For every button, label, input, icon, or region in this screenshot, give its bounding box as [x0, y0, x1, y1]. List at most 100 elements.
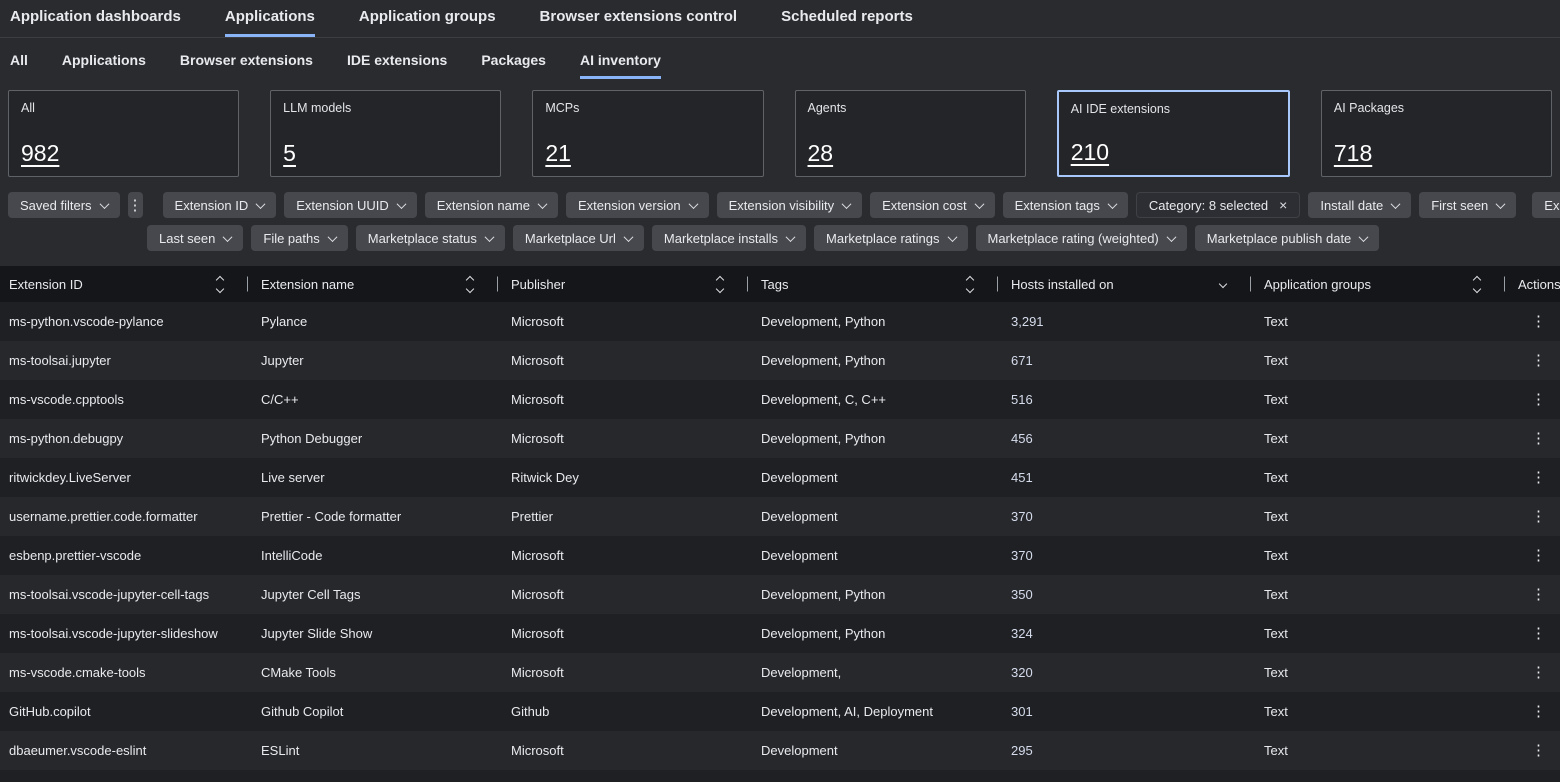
extension-id-link[interactable]: ms-toolsai.vscode-jupyter-slideshow [9, 626, 218, 641]
filter-chip-extension-id[interactable]: Extension ID [163, 192, 277, 218]
row-actions-button[interactable]: ⋮ [1531, 431, 1546, 446]
hosts-installed-link[interactable]: 370 [1011, 509, 1033, 524]
filter-chip-label: First seen [1431, 198, 1488, 213]
extension-id-link[interactable]: ritwickdey.LiveServer [9, 470, 131, 485]
hosts-installed-link[interactable]: 320 [1011, 665, 1033, 680]
table-row: ms-vscode.cpptoolsC/C++MicrosoftDevelopm… [0, 380, 1560, 419]
row-actions-button[interactable]: ⋮ [1531, 743, 1546, 758]
primary-tab-application-groups[interactable]: Application groups [359, 8, 496, 37]
hosts-installed-link[interactable]: 516 [1011, 392, 1033, 407]
secondary-tab-packages[interactable]: Packages [481, 52, 546, 79]
hosts-installed-link[interactable]: 324 [1011, 626, 1033, 641]
card-value-link[interactable]: 982 [21, 140, 59, 167]
column-header-actions[interactable]: Actions [1504, 266, 1560, 302]
secondary-tab-applications[interactable]: Applications [62, 52, 146, 79]
sort-icon[interactable] [467, 277, 473, 292]
secondary-tab-all[interactable]: All [10, 52, 28, 79]
sort-icon[interactable] [217, 277, 223, 292]
card-value-link[interactable]: 5 [283, 140, 296, 167]
primary-tab-scheduled-reports[interactable]: Scheduled reports [781, 8, 913, 37]
summary-card-ai-packages[interactable]: AI Packages718 [1321, 90, 1552, 177]
filter-chip-extension-tags[interactable]: Extension tags [1003, 192, 1128, 218]
summary-card-ai-ide-extensions[interactable]: AI IDE extensions210 [1057, 90, 1290, 177]
extension-id-link[interactable]: username.prettier.code.formatter [9, 509, 198, 524]
filter-chip-extension-name[interactable]: Extension name [425, 192, 558, 218]
export-button[interactable]: Export [1532, 192, 1560, 218]
row-actions-button[interactable]: ⋮ [1531, 509, 1546, 524]
cell-application-groups: Text [1250, 587, 1504, 602]
card-value-link[interactable]: 28 [808, 140, 834, 167]
hosts-installed-link[interactable]: 671 [1011, 353, 1033, 368]
column-header-extension-name[interactable]: Extension name [247, 266, 497, 302]
filter-chip-last-seen[interactable]: Last seen [147, 225, 243, 251]
filter-chip-marketplace-rating-weighted[interactable]: Marketplace rating (weighted) [976, 225, 1187, 251]
sort-icon[interactable] [717, 277, 723, 292]
extension-id-link[interactable]: ms-toolsai.jupyter [9, 353, 111, 368]
secondary-tab-ide-extensions[interactable]: IDE extensions [347, 52, 447, 79]
filter-chip-category-8-selected[interactable]: Category: 8 selected× [1136, 192, 1300, 218]
hosts-installed-link[interactable]: 456 [1011, 431, 1033, 446]
card-value-link[interactable]: 21 [545, 140, 571, 167]
hosts-installed-link[interactable]: 295 [1011, 743, 1033, 758]
filter-chip-extension-version[interactable]: Extension version [566, 192, 709, 218]
hosts-installed-link[interactable]: 370 [1011, 548, 1033, 563]
summary-card-mcps[interactable]: MCPs21 [532, 90, 763, 177]
column-header-extension-id[interactable]: Extension ID [0, 266, 247, 302]
filter-chip-extension-uuid[interactable]: Extension UUID [284, 192, 416, 218]
filter-chip-extension-cost[interactable]: Extension cost [870, 192, 995, 218]
filter-chip-first-seen[interactable]: First seen [1419, 192, 1516, 218]
filter-chip-marketplace-ratings[interactable]: Marketplace ratings [814, 225, 967, 251]
extension-id-link[interactable]: ms-python.vscode-pylance [9, 314, 164, 329]
column-header-publisher[interactable]: Publisher [497, 266, 747, 302]
hosts-installed-link[interactable]: 301 [1011, 704, 1033, 719]
row-actions-button[interactable]: ⋮ [1531, 470, 1546, 485]
extension-id-link[interactable]: ms-toolsai.vscode-jupyter-cell-tags [9, 587, 209, 602]
extension-id-link[interactable]: ms-python.debugpy [9, 431, 123, 446]
extension-id-link[interactable]: ms-vscode.cpptools [9, 392, 124, 407]
summary-card-all[interactable]: All982 [8, 90, 239, 177]
extension-id-link[interactable]: GitHub.copilot [9, 704, 91, 719]
cell-publisher: Ritwick Dey [497, 470, 747, 485]
hosts-installed-link[interactable]: 3,291 [1011, 314, 1044, 329]
primary-tab-application-dashboards[interactable]: Application dashboards [10, 8, 181, 37]
row-actions-button[interactable]: ⋮ [1531, 665, 1546, 680]
summary-card-llm-models[interactable]: LLM models5 [270, 90, 501, 177]
row-actions-button[interactable]: ⋮ [1531, 548, 1546, 563]
column-header-application-groups[interactable]: Application groups [1250, 266, 1504, 302]
secondary-tab-ai-inventory[interactable]: AI inventory [580, 52, 661, 79]
hosts-installed-link[interactable]: 350 [1011, 587, 1033, 602]
row-actions-button[interactable]: ⋮ [1531, 353, 1546, 368]
filter-chip-file-paths[interactable]: File paths [251, 225, 347, 251]
row-actions-button[interactable]: ⋮ [1531, 587, 1546, 602]
filter-chip-marketplace-publish-date[interactable]: Marketplace publish date [1195, 225, 1380, 251]
column-header-tags[interactable]: Tags [747, 266, 997, 302]
primary-tab-applications[interactable]: Applications [225, 8, 315, 37]
summary-card-agents[interactable]: Agents28 [795, 90, 1026, 177]
row-actions-button[interactable]: ⋮ [1531, 392, 1546, 407]
close-icon[interactable]: × [1279, 198, 1287, 212]
card-value-link[interactable]: 210 [1071, 139, 1109, 166]
row-actions-button[interactable]: ⋮ [1531, 704, 1546, 719]
extension-id-link[interactable]: esbenp.prettier-vscode [9, 548, 141, 563]
sort-icon[interactable] [967, 277, 973, 292]
sort-up-icon [716, 275, 724, 283]
row-actions-button[interactable]: ⋮ [1531, 314, 1546, 329]
filter-chip-extension-visibility[interactable]: Extension visibility [717, 192, 863, 218]
filter-chip-install-date[interactable]: Install date [1308, 192, 1411, 218]
primary-tab-browser-extensions-control[interactable]: Browser extensions control [540, 8, 738, 37]
secondary-tab-browser-extensions[interactable]: Browser extensions [180, 52, 313, 79]
extension-id-link[interactable]: dbaeumer.vscode-eslint [9, 743, 146, 758]
sort-icon[interactable] [1474, 277, 1480, 292]
sort-icon[interactable] [1220, 281, 1226, 287]
column-header-hosts-installed-on[interactable]: Hosts installed on [997, 266, 1250, 302]
filter-chip-marketplace-url[interactable]: Marketplace Url [513, 225, 644, 251]
filter-chip-label: File paths [263, 231, 319, 246]
row-actions-button[interactable]: ⋮ [1531, 626, 1546, 641]
card-value-link[interactable]: 718 [1334, 140, 1372, 167]
filter-chip-marketplace-installs[interactable]: Marketplace installs [652, 225, 806, 251]
filter-menu-button[interactable]: ⋮ [128, 192, 143, 218]
extension-id-link[interactable]: ms-vscode.cmake-tools [9, 665, 146, 680]
filter-chip-marketplace-status[interactable]: Marketplace status [356, 225, 505, 251]
hosts-installed-link[interactable]: 451 [1011, 470, 1033, 485]
saved-filters-button[interactable]: Saved filters [8, 192, 120, 218]
